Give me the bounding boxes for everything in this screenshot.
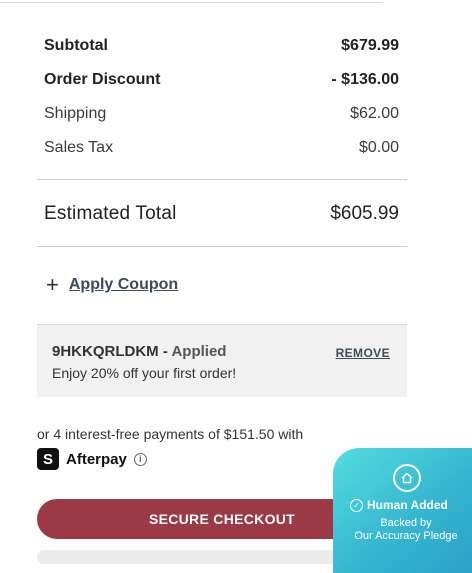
- subtotal-row: Subtotal $679.99: [44, 34, 399, 58]
- coupon-status: Applied: [171, 343, 227, 360]
- remove-coupon-button[interactable]: REMOVE: [336, 346, 390, 360]
- shipping-row: Shipping $62.00: [44, 102, 399, 126]
- top-divider: [0, 2, 383, 3]
- shipping-label: Shipping: [44, 105, 107, 122]
- applied-coupon-title: 9HKKQRLDKM - Applied: [52, 343, 226, 360]
- estimated-total-value: $605.99: [330, 203, 399, 224]
- secure-checkout-label: SECURE CHECKOUT: [148, 511, 296, 527]
- divider: [37, 246, 407, 247]
- human-added-text: Human Added: [367, 498, 448, 512]
- estimated-total-label: Estimated Total: [44, 203, 177, 224]
- afterpay-message: or 4 interest-free payments of $151.50 w…: [37, 426, 304, 442]
- subtotal-label: Subtotal: [44, 37, 108, 54]
- human-added-label: ✓ Human Added: [350, 498, 448, 512]
- subtotal-value: $679.99: [341, 37, 399, 54]
- discount-label: Order Discount: [44, 71, 161, 88]
- sales-tax-label: Sales Tax: [44, 139, 114, 156]
- shipping-value: $62.00: [350, 105, 399, 122]
- pledge-subtext: Backed by Our Accuracy Pledge: [333, 517, 472, 543]
- sales-tax-row: Sales Tax $0.00: [44, 136, 399, 160]
- apply-coupon-label[interactable]: Apply Coupon: [69, 276, 178, 294]
- discount-value: - $136.00: [331, 71, 399, 88]
- info-icon[interactable]: i: [133, 452, 147, 466]
- afterpay-brand: S Afterpay i: [37, 448, 147, 470]
- backed-by-text: Backed by: [380, 517, 432, 529]
- accuracy-pledge-text: Our Accuracy Pledge: [354, 530, 458, 542]
- sales-tax-value: $0.00: [358, 139, 399, 156]
- estimated-total-row: Estimated Total $605.99: [44, 200, 399, 228]
- check-icon: ✓: [350, 498, 363, 512]
- afterpay-logo-icon: S: [37, 448, 59, 470]
- discount-row: Order Discount - $136.00: [44, 68, 399, 92]
- applied-coupon-panel: 9HKKQRLDKM - Applied Enjoy 20% off your …: [37, 324, 407, 397]
- house-icon: [393, 464, 421, 492]
- coupon-description: Enjoy 20% off your first order!: [52, 365, 237, 381]
- divider: [37, 179, 407, 180]
- apply-coupon-link[interactable]: + Apply Coupon: [46, 274, 178, 296]
- plus-icon: +: [46, 272, 59, 297]
- coupon-code: 9HKKQRLDKM -: [52, 343, 168, 360]
- accuracy-pledge-badge[interactable]: ✓ Human Added Backed by Our Accuracy Ple…: [333, 448, 472, 573]
- afterpay-name: Afterpay: [66, 450, 127, 468]
